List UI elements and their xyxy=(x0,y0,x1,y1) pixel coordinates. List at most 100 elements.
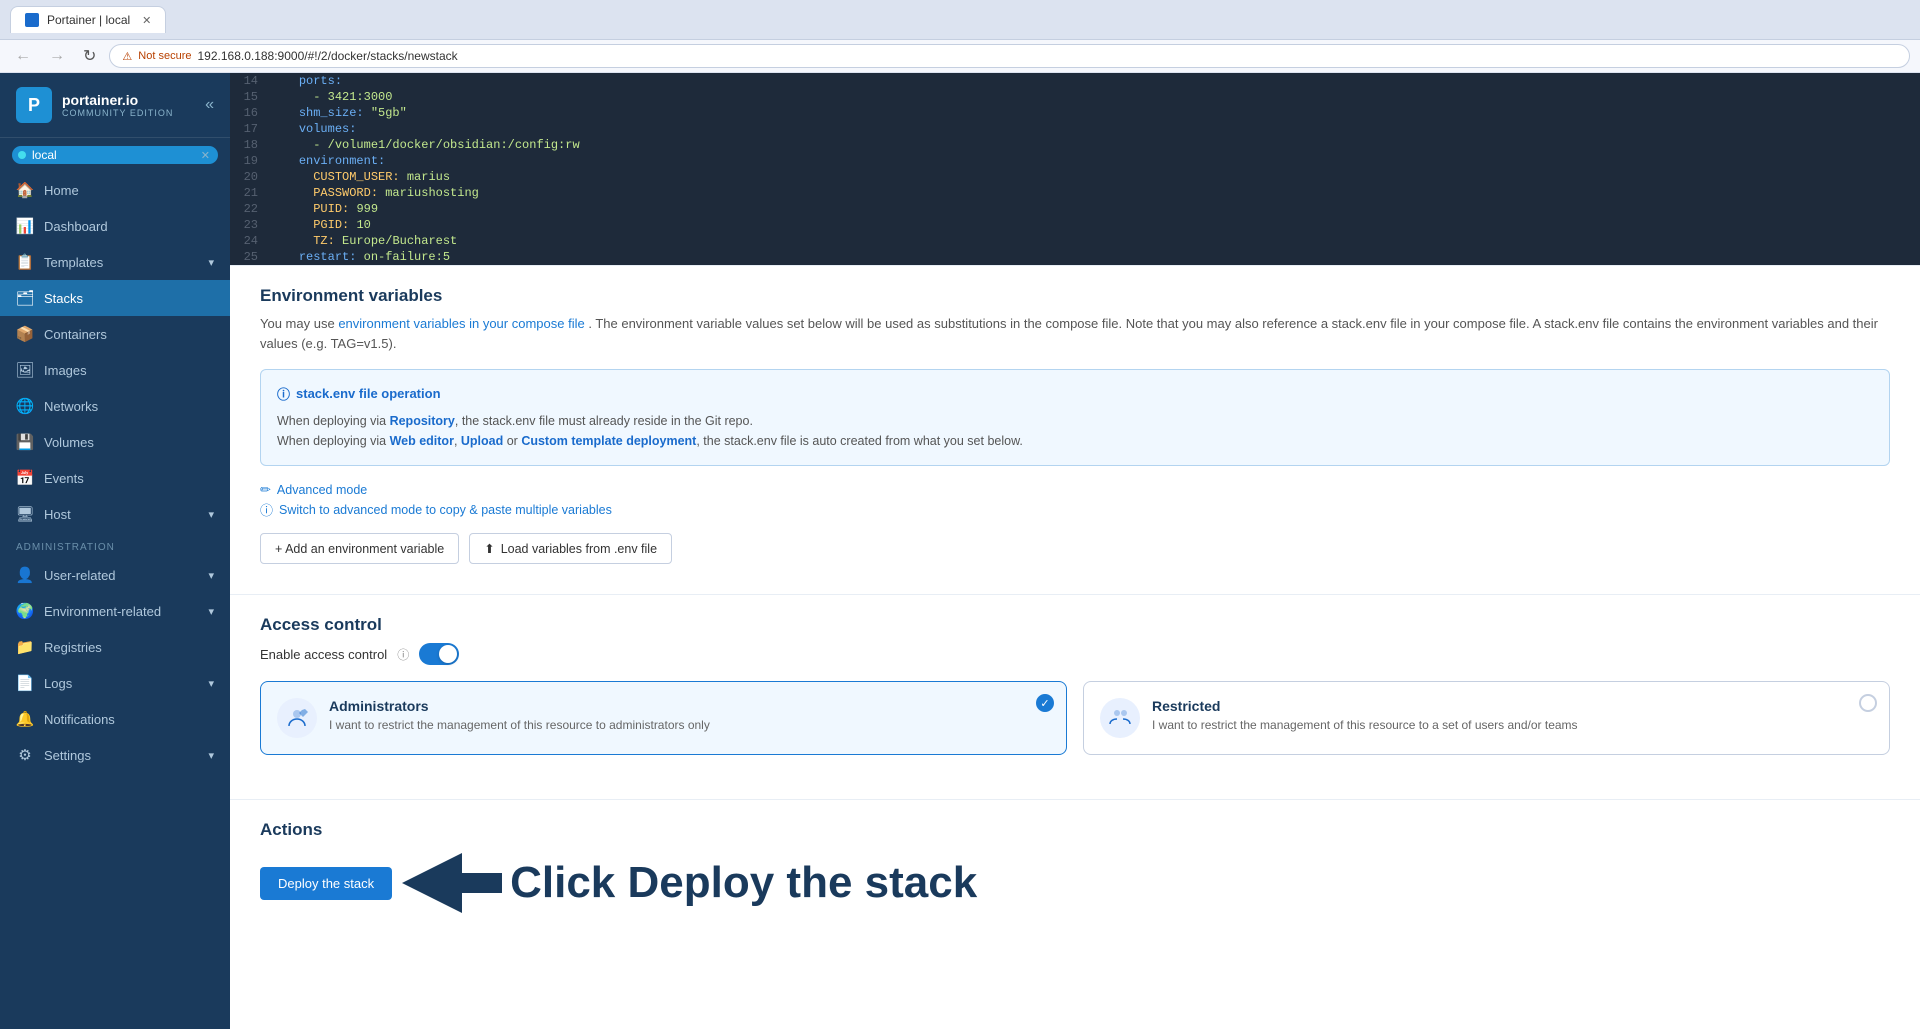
sidebar-item-environment-related[interactable]: 🌍 Environment-related ▾ xyxy=(0,593,230,629)
info-box-body: When deploying via Repository, the stack… xyxy=(277,411,1873,451)
templates-expand-icon: ▾ xyxy=(208,256,214,269)
sidebar-item-networks[interactable]: 🌐 Networks xyxy=(0,388,230,424)
add-env-variable-label: + Add an environment variable xyxy=(275,542,444,556)
add-env-variable-button[interactable]: + Add an environment variable xyxy=(260,533,459,564)
env-section-desc: You may use environment variables in you… xyxy=(260,314,1890,353)
line-num-22: 22 xyxy=(230,202,270,216)
administrators-icon xyxy=(277,698,317,738)
actions-title: Actions xyxy=(260,820,1890,840)
access-card-restricted-desc: I want to restrict the management of thi… xyxy=(1152,718,1578,732)
sidebar-item-host[interactable]: 🖥 Host ▾ xyxy=(0,496,230,532)
line-code-18: - /volume1/docker/obsidian:/config:rw xyxy=(270,138,580,152)
info-sep2: or xyxy=(503,434,521,448)
code-line-20: 20 CUSTOM_USER: marius xyxy=(230,169,1920,185)
networks-icon: 🌐 xyxy=(16,397,34,415)
enable-access-control-label: Enable access control xyxy=(260,647,387,662)
volumes-icon: 💾 xyxy=(16,433,34,451)
advanced-hint-link: ⓘ Switch to advanced mode to copy & past… xyxy=(260,500,1890,519)
env-name: local xyxy=(32,148,57,162)
logs-icon: 📄 xyxy=(16,674,34,692)
enable-access-control-toggle[interactable] xyxy=(419,643,459,665)
info-custom-template-bold: Custom template deployment xyxy=(521,434,696,448)
address-bar[interactable]: ⚠ Not secure 192.168.0.188:9000/#!/2/doc… xyxy=(109,44,1910,68)
notifications-icon: 🔔 xyxy=(16,710,34,728)
sidebar-item-logs[interactable]: 📄 Logs ▾ xyxy=(0,665,230,701)
sidebar-item-containers[interactable]: 📦 Containers xyxy=(0,316,230,352)
sidebar-item-dashboard[interactable]: 📊 Dashboard xyxy=(0,208,230,244)
sidebar-item-images[interactable]: 🖼 Images xyxy=(0,352,230,388)
not-secure-label: Not secure xyxy=(138,50,191,62)
access-card-admin-radio[interactable] xyxy=(1036,694,1054,712)
access-card-restricted-radio[interactable] xyxy=(1859,694,1877,712)
sidebar-item-notifications[interactable]: 🔔 Notifications xyxy=(0,701,230,737)
deploy-wrapper: Deploy the stack Click Deploy the stack xyxy=(260,848,1890,918)
code-editor: 14 ports: 15 - 3421:3000 16 shm_size: "5… xyxy=(230,73,1920,265)
info-line1-pre: When deploying via xyxy=(277,414,390,428)
environment-related-expand-icon: ▾ xyxy=(208,605,214,618)
access-card-administrators[interactable]: Administrators I want to restrict the ma… xyxy=(260,681,1067,755)
sidebar-item-notifications-label: Notifications xyxy=(44,712,214,727)
stacks-icon: 🗂 xyxy=(16,289,34,307)
click-deploy-label: Click Deploy the stack xyxy=(510,858,977,908)
events-icon: 📅 xyxy=(16,469,34,487)
reload-button[interactable]: ↻ xyxy=(78,44,101,68)
deploy-stack-button[interactable]: Deploy the stack xyxy=(260,867,392,900)
code-line-18: 18 - /volume1/docker/obsidian:/config:rw xyxy=(230,137,1920,153)
access-card-admin-title: Administrators xyxy=(329,698,710,714)
line-num-16: 16 xyxy=(230,106,270,120)
access-card-admin-content: Administrators I want to restrict the ma… xyxy=(329,698,710,732)
info-web-editor-bold: Web editor xyxy=(390,434,454,448)
access-control-section: Access control Enable access control ⓘ xyxy=(230,595,1920,799)
sidebar-item-user-related[interactable]: 👤 User-related ▾ xyxy=(0,557,230,593)
dashboard-icon: 📊 xyxy=(16,217,34,235)
sidebar-logo: P portainer.io COMMUNITY EDITION « xyxy=(0,73,230,138)
line-num-19: 19 xyxy=(230,154,270,168)
access-card-admin-desc: I want to restrict the management of thi… xyxy=(329,718,710,732)
settings-icon: ⚙ xyxy=(16,746,34,764)
env-close-button[interactable]: ✕ xyxy=(201,149,210,162)
sidebar-item-volumes[interactable]: 💾 Volumes xyxy=(0,424,230,460)
tab-title: Portainer | local xyxy=(47,13,130,27)
sidebar-item-settings-label: Settings xyxy=(44,748,198,763)
back-button[interactable]: ← xyxy=(10,45,36,67)
url-text: 192.168.0.188:9000/#!/2/docker/stacks/ne… xyxy=(197,49,457,63)
registries-icon: 📁 xyxy=(16,638,34,656)
access-card-restricted[interactable]: Restricted I want to restrict the manage… xyxy=(1083,681,1890,755)
actions-section: Actions Deploy the stack Click Deploy th… xyxy=(230,800,1920,938)
forward-button[interactable]: → xyxy=(44,45,70,67)
logo-edition: COMMUNITY EDITION xyxy=(62,108,173,118)
sidebar-item-registries[interactable]: 📁 Registries xyxy=(0,629,230,665)
active-tab[interactable]: Portainer | local ✕ xyxy=(10,6,166,33)
sidebar-item-user-related-label: User-related xyxy=(44,568,198,583)
host-expand-icon: ▾ xyxy=(208,508,214,521)
code-line-15: 15 - 3421:3000 xyxy=(230,89,1920,105)
advanced-mode-link[interactable]: ✏ Advanced mode xyxy=(260,482,1890,498)
info-hint-icon: ⓘ xyxy=(260,500,273,519)
sidebar-item-templates[interactable]: 📋 Templates ▾ xyxy=(0,244,230,280)
env-variables-link[interactable]: environment variables in your compose fi… xyxy=(338,316,584,331)
sidebar-item-stacks[interactable]: 🗂 Stacks xyxy=(0,280,230,316)
host-icon: 🖥 xyxy=(16,505,34,523)
code-line-16: 16 shm_size: "5gb" xyxy=(230,105,1920,121)
line-num-25: 25 xyxy=(230,250,270,264)
deploy-stack-label: Deploy the stack xyxy=(278,876,374,891)
nav-bar: ← → ↻ ⚠ Not secure 192.168.0.188:9000/#!… xyxy=(0,40,1920,73)
tab-close-button[interactable]: ✕ xyxy=(142,14,151,27)
sidebar-item-images-label: Images xyxy=(44,363,214,378)
access-card-restricted-title: Restricted xyxy=(1152,698,1578,714)
sidebar-item-settings[interactable]: ⚙ Settings ▾ xyxy=(0,737,230,773)
sidebar-nav: 🏠 Home 📊 Dashboard 📋 Templates ▾ 🗂 Stack… xyxy=(0,172,230,1029)
sidebar-collapse-button[interactable]: « xyxy=(205,96,214,114)
load-env-file-button[interactable]: ⬆ Load variables from .env file xyxy=(469,533,672,564)
click-deploy-arrow: Click Deploy the stack xyxy=(402,848,977,918)
info-box-title: ⓘ stack.env file operation xyxy=(277,384,1873,403)
edit-icon: ✏ xyxy=(260,482,271,498)
sidebar-item-host-label: Host xyxy=(44,507,198,522)
user-related-icon: 👤 xyxy=(16,566,34,584)
sidebar-item-templates-label: Templates xyxy=(44,255,198,270)
env-badge[interactable]: local ✕ xyxy=(12,146,218,164)
line-code-14: ports: xyxy=(270,74,342,88)
sidebar-item-events[interactable]: 📅 Events xyxy=(0,460,230,496)
admin-section-label: Administration xyxy=(0,532,230,557)
sidebar-item-home[interactable]: 🏠 Home xyxy=(0,172,230,208)
